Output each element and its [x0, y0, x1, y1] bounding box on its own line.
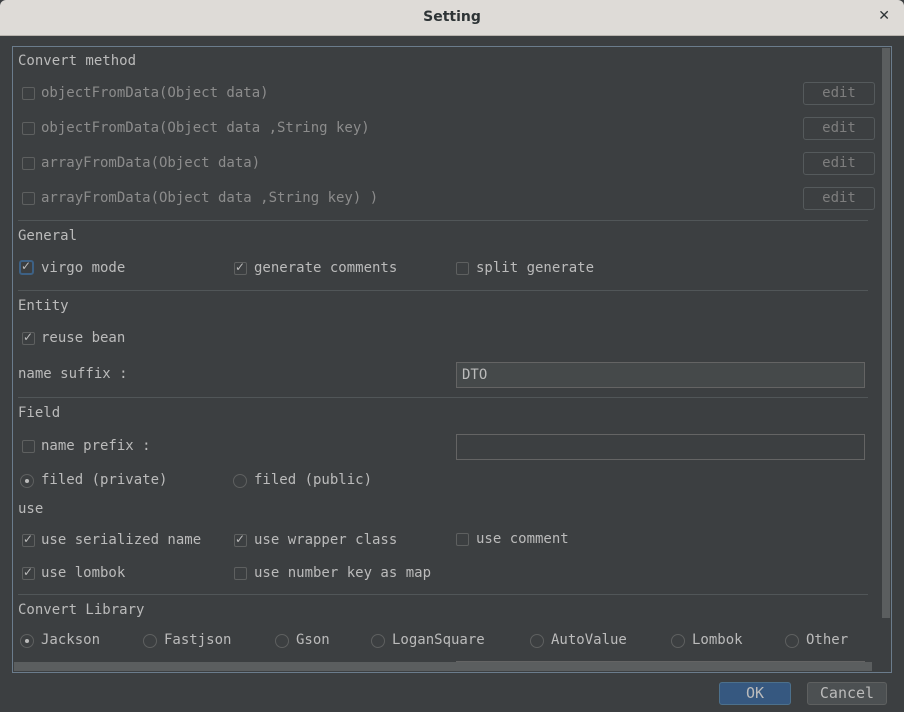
divider: [18, 397, 868, 398]
virgo-mode-label: virgo mode: [41, 260, 126, 276]
section-convert-library: Convert Library: [18, 602, 145, 618]
edit-button[interactable]: edit: [803, 187, 875, 210]
close-icon: ✕: [878, 8, 890, 24]
divider: [18, 290, 868, 291]
library-label-logansquare: LoganSquare: [392, 632, 485, 648]
name-suffix-input[interactable]: DTO: [456, 362, 865, 388]
split-generate-label: split generate: [476, 260, 595, 276]
generate-comments-label: generate comments: [254, 260, 398, 276]
divider: [18, 220, 868, 221]
filed-public-label: filed (public): [254, 472, 373, 488]
library-label-lombok: Lombok: [692, 632, 743, 648]
library-radio-autovalue[interactable]: [530, 634, 544, 648]
filed-public-radio[interactable]: [233, 474, 247, 488]
convert-method-label: arrayFromData(Object data): [41, 155, 261, 171]
edit-button[interactable]: edit: [803, 152, 875, 175]
close-button[interactable]: ✕: [878, 8, 890, 24]
hidden-field-edge: [456, 661, 865, 662]
convert-method-checkbox[interactable]: [22, 157, 35, 170]
library-radio-fastjson[interactable]: [143, 634, 157, 648]
library-radio-other[interactable]: [785, 634, 799, 648]
section-general: General: [18, 228, 78, 244]
divider: [18, 594, 868, 595]
settings-scroll-panel: [12, 46, 892, 673]
convert-method-checkbox[interactable]: [22, 122, 35, 135]
library-radio-gson[interactable]: [275, 634, 289, 648]
virgo-mode-checkbox[interactable]: [19, 259, 34, 275]
section-convert-method: Convert method: [18, 53, 137, 69]
generate-comments-checkbox[interactable]: [234, 260, 247, 275]
use-serialized-name-label: use serialized name: [41, 532, 202, 548]
section-entity: Entity: [18, 298, 69, 314]
ok-button[interactable]: OK: [719, 682, 791, 705]
filed-private-label: filed (private): [41, 472, 168, 488]
split-generate-checkbox[interactable]: [456, 262, 469, 275]
use-wrapper-class-checkbox[interactable]: [234, 532, 247, 547]
use-wrapper-class-label: use wrapper class: [254, 532, 398, 548]
edit-button[interactable]: edit: [803, 117, 875, 140]
library-label-jackson: Jackson: [41, 632, 101, 648]
cancel-button[interactable]: Cancel: [807, 682, 887, 705]
use-serialized-name-checkbox[interactable]: [22, 532, 35, 547]
window-title: Setting: [423, 9, 481, 25]
library-radio-lombok[interactable]: [671, 634, 685, 648]
vertical-scrollbar-thumb[interactable]: [882, 48, 890, 618]
use-comment-checkbox[interactable]: [456, 533, 469, 546]
use-number-key-as-map-label: use number key as map: [254, 565, 432, 581]
use-lombok-checkbox[interactable]: [22, 565, 35, 580]
reuse-bean-label: reuse bean: [41, 330, 126, 346]
title-bar: Setting ✕: [0, 0, 904, 36]
convert-method-label: arrayFromData(Object data ,String key) ): [41, 190, 379, 206]
section-use: use: [18, 501, 44, 517]
library-radio-jackson[interactable]: [20, 634, 34, 648]
library-label-other: Other: [806, 632, 849, 648]
convert-method-checkbox[interactable]: [22, 87, 35, 100]
use-lombok-label: use lombok: [41, 565, 126, 581]
library-label-fastjson: Fastjson: [164, 632, 232, 648]
section-field: Field: [18, 405, 61, 421]
use-number-key-as-map-checkbox[interactable]: [234, 567, 247, 580]
filed-private-radio[interactable]: [20, 474, 34, 488]
edit-button[interactable]: edit: [803, 82, 875, 105]
library-radio-logansquare[interactable]: [371, 634, 385, 648]
horizontal-scrollbar-thumb[interactable]: [14, 662, 872, 671]
library-label-gson: Gson: [296, 632, 330, 648]
convert-method-label: objectFromData(Object data): [41, 85, 269, 101]
use-comment-label: use comment: [476, 531, 569, 547]
name-suffix-label: name suffix :: [18, 366, 128, 382]
name-prefix-checkbox[interactable]: [22, 440, 35, 453]
convert-method-checkbox[interactable]: [22, 192, 35, 205]
name-prefix-label: name prefix :: [41, 438, 151, 454]
name-prefix-input[interactable]: [456, 434, 865, 460]
reuse-bean-checkbox[interactable]: [22, 330, 35, 345]
convert-method-label: objectFromData(Object data ,String key): [41, 120, 370, 136]
library-label-autovalue: AutoValue: [551, 632, 627, 648]
